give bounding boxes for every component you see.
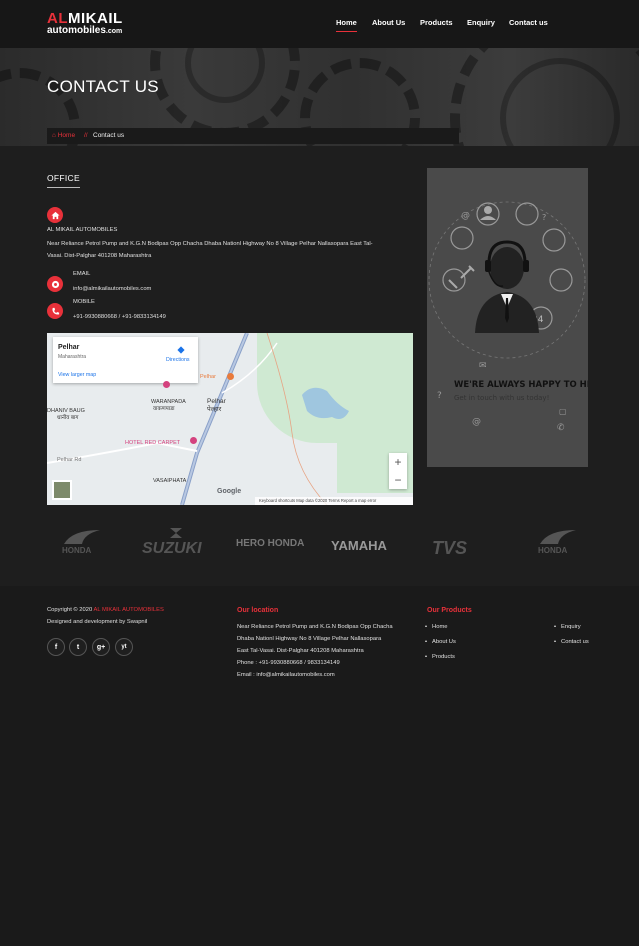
brand-logo-honda-2[interactable]: HONDA	[538, 546, 567, 555]
support-illustration: @ ? 24 ✉ ? @ ▢ ✆ WE'RE ALWAYS HAPPY TO H…	[427, 168, 588, 467]
nav-enquiry[interactable]: Enquiry	[467, 18, 495, 27]
map-label: VASAIPHATA	[153, 478, 187, 484]
map-pin-icon[interactable]	[190, 437, 197, 444]
map-label: HOTEL RED CARPET	[125, 440, 181, 446]
map-directions-link[interactable]: Directions	[166, 357, 190, 363]
mobile-value[interactable]: +91-9930880668 / +91-9833134149	[73, 311, 166, 324]
directions-icon[interactable]	[177, 346, 185, 354]
youtube-icon[interactable]: yt	[115, 638, 133, 656]
office-heading: OFFICE	[47, 173, 80, 183]
twitter-icon[interactable]: t	[69, 638, 87, 656]
footer-link-about-us[interactable]: About Us	[425, 639, 456, 645]
svg-text:?: ?	[542, 213, 546, 222]
nav-about-us[interactable]: About Us	[372, 18, 405, 27]
map-label: धानीव बाग	[57, 415, 79, 421]
phone-icon	[47, 303, 63, 319]
map-zoom-control: + −	[389, 453, 407, 489]
nav-home[interactable]: Home	[336, 18, 357, 32]
map-info-card: Pelhar Maharashtra Directions View large…	[53, 337, 198, 383]
support-subline: Get in touch with us today!	[454, 394, 549, 402]
brand-logo-tvs[interactable]: TVS	[432, 538, 467, 559]
support-headline: WE'RE ALWAYS HAPPY TO HELP	[454, 380, 588, 390]
svg-text:▢: ▢	[559, 407, 567, 416]
svg-text:✉: ✉	[479, 361, 487, 371]
map-label: WARANPADA	[151, 399, 186, 405]
brand-logo-suzuki[interactable]: SUZUKI	[142, 540, 202, 558]
home-icon	[47, 207, 63, 223]
office-address-line2: Vasai. Dist-Palghar 401208 Maharashtra	[47, 253, 152, 259]
designed-by-text: Designed and development by Swapnil	[47, 619, 148, 625]
email-icon	[47, 276, 63, 292]
google-plus-icon[interactable]: g+	[92, 638, 110, 656]
breadcrumb-separator: //	[84, 132, 88, 139]
map-pin-icon[interactable]	[163, 381, 170, 388]
copyright-brand[interactable]: AL MIKAIL AUTOMOBILES	[94, 607, 164, 613]
honda-wing-icon	[540, 530, 576, 544]
footer-link-contact-us[interactable]: Contact us	[554, 639, 589, 645]
brand-logo-honda[interactable]: HONDA	[62, 546, 91, 555]
site-footer: Copyright © 2020 AL MIKAIL AUTOMOBILES D…	[0, 586, 639, 946]
zoom-out-button[interactable]: −	[389, 471, 407, 489]
top-navbar: ALMIKAIL automobiles.com Home About Us P…	[0, 0, 639, 48]
office-company: AL MIKAIL AUTOMOBILES	[47, 227, 118, 233]
zoom-in-button[interactable]: +	[389, 453, 407, 471]
brand-logo-hero-honda[interactable]: HERO HONDA	[236, 538, 304, 549]
google-logo: Google	[217, 488, 242, 495]
map-label: वाकणपाडा	[153, 406, 175, 412]
map-label: DHANIV BAUG	[47, 408, 85, 414]
map-footer: Keyboard shortcuts Map data ©2020 Terms …	[47, 497, 413, 505]
facebook-icon[interactable]: f	[47, 638, 65, 656]
brand-logo-yamaha[interactable]: YAMAHA	[331, 538, 387, 553]
map-pin-icon[interactable]	[227, 373, 234, 380]
email-label: EMAIL	[73, 271, 91, 277]
footer-link-enquiry[interactable]: Enquiry	[554, 624, 581, 630]
footer-link-products[interactable]: Products	[425, 654, 455, 660]
google-map-embed[interactable]: Pelhar Maharashtra Directions View large…	[47, 333, 413, 505]
breadcrumb: ⌂ Home // Contact us	[47, 128, 459, 144]
map-view-larger-link[interactable]: View larger map	[58, 372, 96, 378]
map-place-name: Pelhar	[58, 344, 80, 351]
svg-text:✆: ✆	[557, 423, 565, 433]
map-place-region: Maharashtra	[58, 354, 87, 360]
map-attribution[interactable]: Keyboard shortcuts Map data ©2020 Terms …	[255, 497, 413, 505]
honda-wing-icon	[64, 530, 100, 544]
breadcrumb-current: Contact us	[93, 132, 125, 139]
location-email: Email : info@almikailautomobiles.com	[237, 672, 335, 678]
svg-text:@: @	[472, 417, 481, 427]
map-label: पेल्हार	[207, 406, 222, 413]
copyright-prefix: Copyright © 2020	[47, 607, 93, 613]
heading-underline	[47, 187, 80, 188]
svg-text:?: ?	[437, 391, 442, 401]
breadcrumb-home-label: Home	[57, 132, 76, 139]
location-heading: Our location	[237, 607, 279, 614]
support-agent-graphic: @ ? 24 ✉ ? @ ▢ ✆ WE'RE ALWAYS HAPPY TO H…	[428, 201, 588, 433]
suzuki-s-icon	[170, 528, 182, 538]
map-label: Pelhar Rd	[57, 457, 82, 463]
nav-contact-us[interactable]: Contact us	[509, 18, 548, 27]
page-banner: CONTACT US ⌂ Home // Contact us	[0, 48, 639, 146]
mobile-label: MOBILE	[73, 299, 95, 305]
nav-products[interactable]: Products	[420, 18, 453, 27]
breadcrumb-home[interactable]: ⌂ Home	[52, 132, 75, 139]
footer-link-home[interactable]: Home	[425, 624, 447, 630]
email-value[interactable]: info@almikailautomobiles.com	[73, 283, 151, 296]
map-label: Pelhar	[207, 398, 226, 405]
svg-text:@: @	[461, 211, 470, 221]
map-label: Pelhar	[200, 374, 216, 380]
products-heading: Our Products	[427, 607, 472, 614]
page-title: CONTACT US	[47, 77, 159, 96]
main-nav: Home About Us Products Enquiry Contact u…	[0, 18, 639, 32]
brand-logos-strip: HONDA SUZUKI HERO HONDA YAMAHA TVS HONDA	[0, 520, 639, 570]
